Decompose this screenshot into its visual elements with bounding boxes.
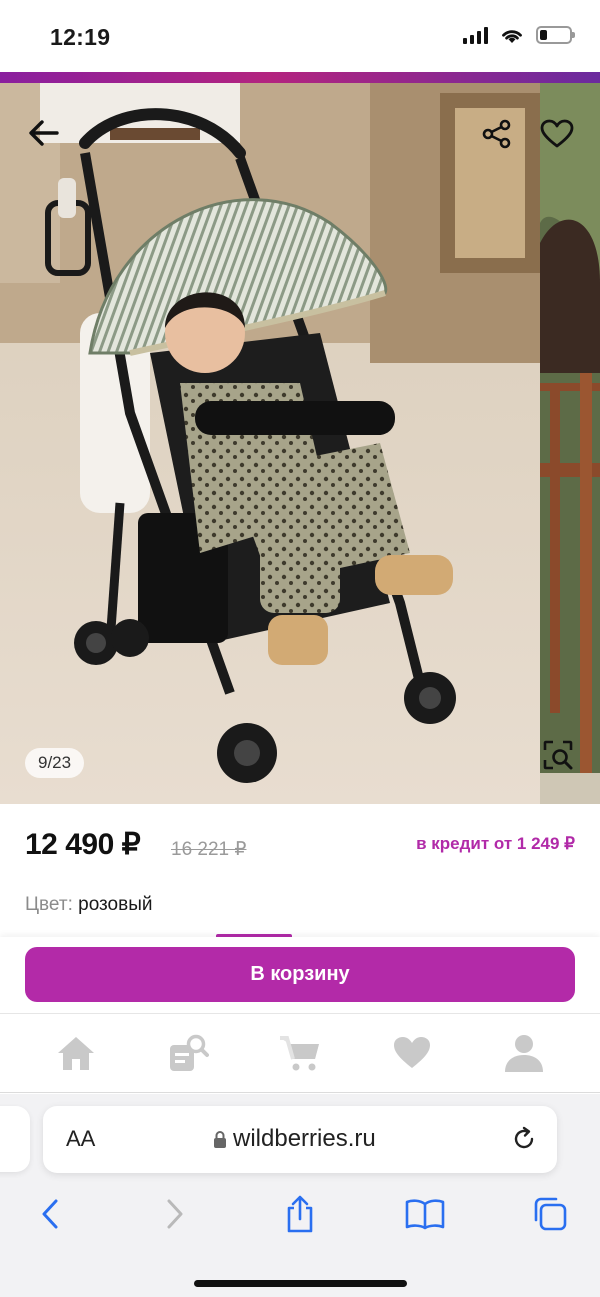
current-price: 12 490 ₽ — [25, 828, 141, 861]
battery-level — [540, 30, 547, 40]
brand-header-strip — [0, 72, 600, 83]
tabs-icon — [534, 1197, 567, 1231]
status-bar: 12:19 — [0, 0, 600, 72]
browser-chrome: AA wildberries.ru — [0, 1094, 600, 1297]
home-indicator — [194, 1280, 407, 1287]
nav-home[interactable] — [46, 1023, 106, 1083]
browser-toolbar — [0, 1189, 600, 1239]
text-size-button[interactable]: AA — [66, 1126, 95, 1152]
text-size-label: AA — [66, 1126, 96, 1151]
product-photo[interactable] — [0, 83, 540, 804]
favorite-button[interactable] — [537, 115, 577, 153]
profile-icon — [505, 1035, 543, 1072]
product-gallery[interactable]: 9/23 — [0, 83, 600, 804]
browser-share-button[interactable] — [275, 1192, 325, 1236]
address-bar[interactable]: AA wildberries.ru — [43, 1106, 557, 1173]
url-text: wildberries.ru — [233, 1125, 376, 1152]
url-display[interactable]: wildberries.ru — [213, 1125, 376, 1153]
back-arrow-icon — [29, 120, 59, 146]
photo-counter: 9/23 — [25, 748, 85, 778]
chevron-left-icon — [42, 1199, 58, 1229]
book-icon — [405, 1199, 445, 1230]
status-time: 12:19 — [50, 24, 111, 50]
cart-icon — [280, 1036, 319, 1071]
reload-button[interactable] — [511, 1126, 537, 1157]
share-icon — [482, 119, 511, 149]
lock-icon — [214, 1131, 226, 1148]
old-price: 16 221 ₽ — [171, 839, 247, 860]
browser-forward-button[interactable] — [150, 1192, 200, 1236]
nav-catalog[interactable] — [158, 1023, 218, 1083]
back-button[interactable] — [24, 113, 64, 153]
reload-icon — [514, 1126, 534, 1149]
share-upload-icon — [287, 1195, 313, 1233]
price-row: 12 490 ₽ 16 221 ₽ в кредит от 1 249 ₽ — [0, 820, 600, 870]
color-row: Цвет: розовый — [25, 894, 153, 916]
cart-bar: В корзину — [0, 937, 600, 1013]
share-button[interactable] — [478, 115, 516, 153]
color-value: розовый — [78, 894, 153, 915]
browser-tabs-button[interactable] — [525, 1192, 575, 1236]
add-to-cart-button[interactable]: В корзину — [25, 947, 575, 1002]
chevron-right-icon — [167, 1199, 183, 1229]
nav-profile[interactable] — [494, 1023, 554, 1083]
favorites-icon — [394, 1037, 430, 1068]
home-icon — [58, 1037, 94, 1070]
previous-tab-edge[interactable] — [0, 1106, 30, 1172]
image-search-icon — [543, 740, 573, 770]
catalog-search-icon — [170, 1034, 209, 1071]
browser-back-button[interactable] — [25, 1192, 75, 1236]
nav-cart[interactable] — [270, 1023, 330, 1083]
app-bottom-nav — [0, 1013, 600, 1093]
status-icons — [463, 26, 575, 44]
heart-icon — [540, 119, 574, 148]
cellular-signal-icon — [463, 26, 488, 44]
browser-bookmarks-button[interactable] — [400, 1192, 450, 1236]
nav-favorites[interactable] — [382, 1023, 442, 1083]
battery-icon — [536, 26, 575, 44]
image-search-button[interactable] — [538, 735, 578, 775]
wifi-icon — [502, 30, 522, 43]
credit-offer-link[interactable]: в кредит от 1 249 ₽ — [416, 834, 575, 854]
color-label: Цвет: — [25, 894, 73, 915]
next-photo-preview[interactable] — [540, 83, 600, 804]
